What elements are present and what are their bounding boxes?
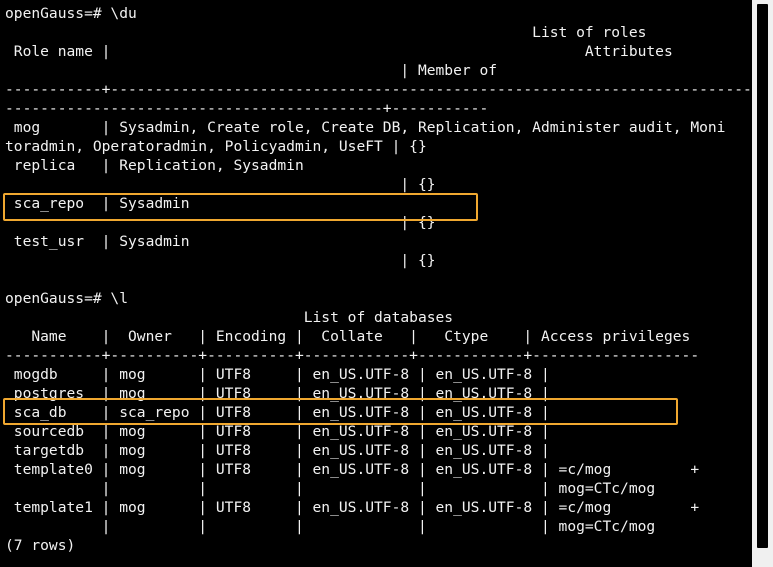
terminal-window[interactable]: openGauss=# \du List of roles Role name … (0, 0, 752, 567)
terminal-line: | | | | | mog=CTc/mog (5, 480, 656, 497)
sca-db-highlight-box (3, 398, 678, 425)
terminal-line: template0 | mog | UTF8 | en_US.UTF-8 | e… (5, 461, 700, 478)
terminal-line: | {} (5, 252, 436, 269)
terminal-line: mogdb | mog | UTF8 | en_US.UTF-8 | en_US… (5, 366, 550, 383)
terminal-line: -----------+----------+----------+------… (5, 347, 700, 364)
terminal-line: test_usr | Sysadmin (5, 233, 190, 250)
terminal-line: List of databases (5, 309, 454, 326)
terminal-line: ----------------------------------------… (5, 100, 489, 117)
vertical-scrollbar[interactable] (752, 0, 773, 567)
terminal-line: mog | Sysadmin, Create role, Create DB, … (5, 119, 726, 136)
terminal-line: | Member of (5, 62, 498, 79)
sca-repo-highlight-box (3, 193, 478, 221)
terminal-line: | | | | | mog=CTc/mog (5, 518, 656, 535)
terminal-line: targetdb | mog | UTF8 | en_US.UTF-8 | en… (5, 442, 550, 459)
terminal-line: List of roles (5, 24, 647, 41)
terminal-line: (7 rows) (5, 537, 76, 554)
terminal-line: Role name | Attributes (5, 43, 673, 60)
terminal-line: openGauss=# \l (5, 290, 129, 307)
terminal-line: openGauss=# \du (5, 5, 137, 22)
scrollbar-thumb[interactable] (757, 4, 768, 548)
terminal-line: toradmin, Operatoradmin, Policyadmin, Us… (5, 138, 427, 155)
terminal-line: Name | Owner | Encoding | Collate | Ctyp… (5, 328, 691, 345)
terminal-line: | {} (5, 176, 436, 193)
terminal-line: -----------+----------------------------… (5, 81, 752, 98)
terminal-line: replica | Replication, Sysadmin (5, 157, 304, 174)
terminal-line: template1 | mog | UTF8 | en_US.UTF-8 | e… (5, 499, 700, 516)
